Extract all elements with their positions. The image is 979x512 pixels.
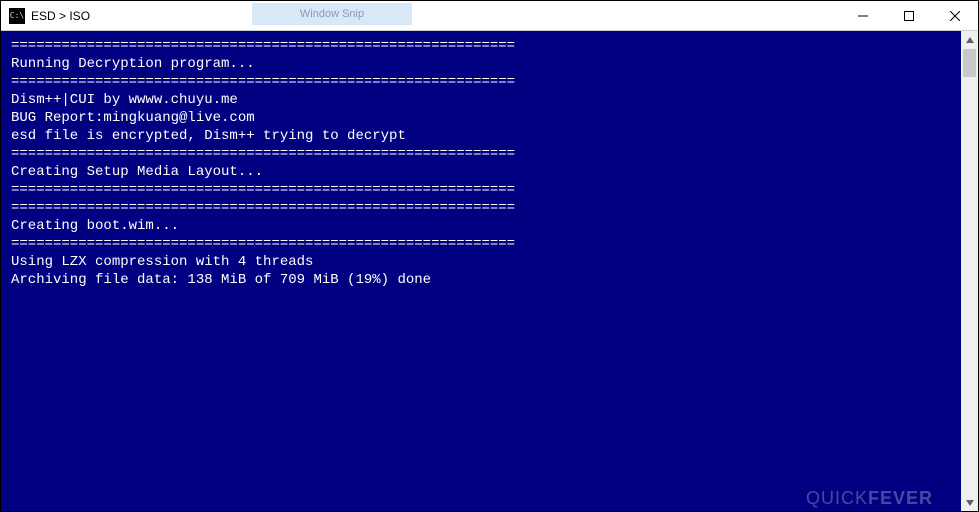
close-button[interactable] bbox=[932, 1, 978, 30]
cmd-icon: C:\ bbox=[9, 8, 25, 24]
terminal-line: ========================================… bbox=[11, 199, 961, 217]
watermark-part1: QUICK bbox=[806, 488, 868, 508]
scroll-thumb[interactable] bbox=[963, 49, 976, 77]
terminal-line: ========================================… bbox=[11, 37, 961, 55]
terminal-line: ========================================… bbox=[11, 73, 961, 91]
terminal-line: Creating boot.wim... bbox=[11, 217, 961, 235]
terminal-line: Dism++|CUI by wwww.chuyu.me bbox=[11, 91, 961, 109]
terminal-line: Running Decryption program... bbox=[11, 55, 961, 73]
scroll-down-arrow-icon[interactable] bbox=[961, 494, 978, 511]
terminal-line: Using LZX compression with 4 threads bbox=[11, 253, 961, 271]
titlebar: C:\ ESD > ISO Window Snip bbox=[1, 1, 978, 31]
terminal-line: Creating Setup Media Layout... bbox=[11, 163, 961, 181]
terminal-line: ========================================… bbox=[11, 235, 961, 253]
watermark-part2: FEVER bbox=[868, 488, 933, 508]
terminal-line: Archiving file data: 138 MiB of 709 MiB … bbox=[11, 271, 961, 289]
terminal-line: BUG Report:mingkuang@live.com bbox=[11, 109, 961, 127]
maximize-button[interactable] bbox=[886, 1, 932, 30]
vertical-scrollbar[interactable] bbox=[961, 31, 978, 511]
watermark: QUICKFEVER bbox=[806, 489, 933, 507]
window-controls bbox=[840, 1, 978, 30]
terminal-container: ========================================… bbox=[1, 31, 978, 511]
minimize-button[interactable] bbox=[840, 1, 886, 30]
terminal-line: ========================================… bbox=[11, 181, 961, 199]
terminal-line: esd file is encrypted, Dism++ trying to … bbox=[11, 127, 961, 145]
terminal-output: ========================================… bbox=[1, 31, 961, 511]
ghost-snip-label: Window Snip bbox=[252, 3, 412, 25]
scroll-up-arrow-icon[interactable] bbox=[961, 31, 978, 48]
terminal-line: ========================================… bbox=[11, 145, 961, 163]
window-title: ESD > ISO bbox=[31, 9, 90, 23]
